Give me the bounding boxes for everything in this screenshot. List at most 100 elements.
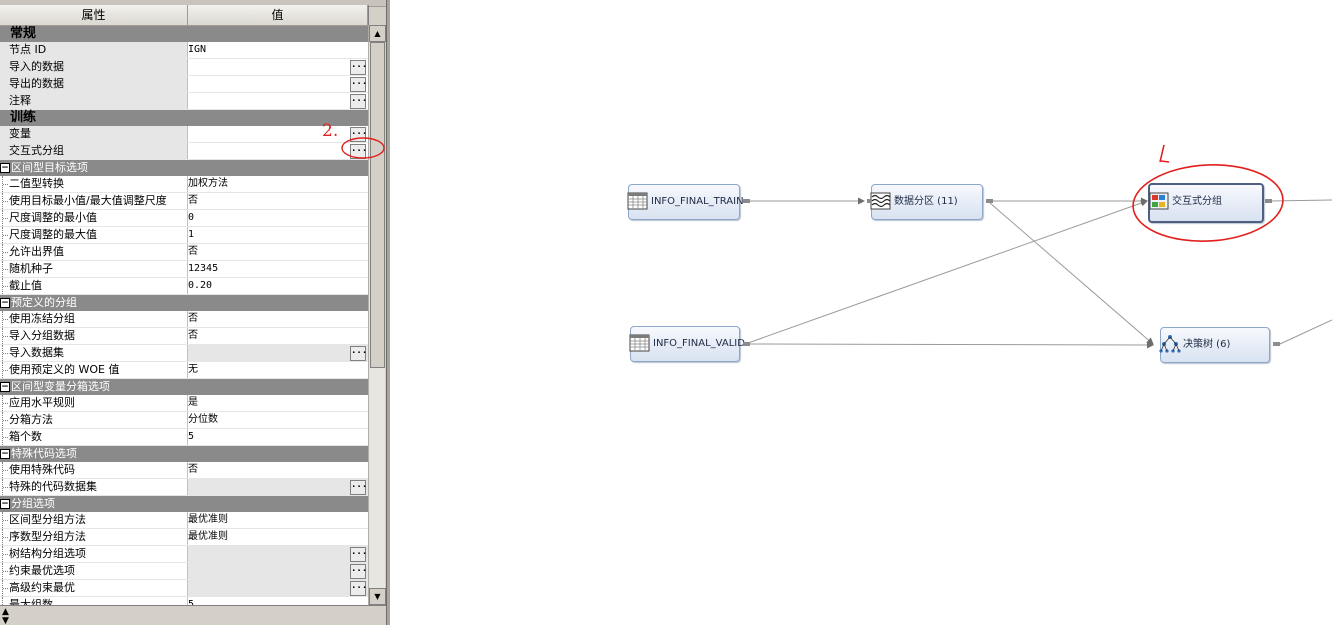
scroll-thumb[interactable] — [370, 42, 385, 368]
ellipsis-button[interactable]: ... — [350, 60, 367, 75]
ellipsis-button[interactable]: ... — [350, 77, 367, 92]
property-row[interactable]: 使用预定义的 WOE 值 无 — [0, 362, 368, 379]
property-value[interactable]: 否 — [188, 193, 368, 209]
property-label: 尺度调整的最大值 — [9, 228, 97, 241]
property-row[interactable]: 导出的数据... — [0, 76, 368, 93]
property-value-text: 无 — [188, 364, 198, 375]
vertical-scrollbar[interactable]: ▲ ▼ — [368, 25, 386, 605]
property-value[interactable]: 否 — [188, 244, 368, 260]
property-row[interactable]: 导入数据集... — [0, 345, 368, 362]
property-row[interactable]: 特殊的代码数据集... — [0, 479, 368, 496]
property-value[interactable]: 否 — [188, 328, 368, 344]
output-port[interactable] — [1273, 342, 1280, 346]
property-value[interactable]: 是 — [188, 395, 368, 411]
property-value[interactable]: ... — [188, 580, 368, 596]
collapse-toggle-icon[interactable]: − — [0, 382, 10, 392]
property-value[interactable]: ... — [188, 345, 368, 361]
output-port[interactable] — [743, 199, 750, 203]
collapse-toggle-icon[interactable]: − — [0, 163, 10, 173]
property-row[interactable]: 使用目标最小值/最大值调整尺度 否 — [0, 193, 368, 210]
collapse-arrows-icon[interactable]: ▲ ▼ — [2, 608, 9, 625]
property-value[interactable]: 5 — [188, 597, 368, 605]
property-value[interactable]: 最优准则 — [188, 512, 368, 528]
property-value[interactable]: ... — [188, 76, 368, 92]
property-row[interactable]: 交互式分组... — [0, 143, 368, 160]
scroll-down-button[interactable]: ▼ — [369, 588, 386, 605]
property-group[interactable]: − 区间型变量分箱选项 — [0, 379, 368, 395]
property-row[interactable]: 最大组数 5 — [0, 597, 368, 605]
collapse-toggle-icon[interactable]: − — [0, 298, 10, 308]
property-group[interactable]: − 特殊代码选项 — [0, 446, 368, 462]
property-group[interactable]: − 预定义的分组 — [0, 295, 368, 311]
property-value[interactable]: 加权方法 — [188, 176, 368, 192]
property-value-text: 0.20 — [188, 280, 213, 291]
property-name: 导入的数据 — [0, 59, 188, 75]
property-value-text: 否 — [188, 464, 198, 475]
ellipsis-button[interactable]: ... — [350, 547, 367, 562]
property-value[interactable]: 0 — [188, 210, 368, 226]
ellipsis-button[interactable]: ... — [350, 564, 367, 579]
property-row[interactable]: 注释... — [0, 93, 368, 110]
property-value[interactable]: 无 — [188, 362, 368, 378]
property-value[interactable]: 否 — [188, 311, 368, 327]
property-row[interactable]: 二值型转换 加权方法 — [0, 176, 368, 193]
scroll-up-button[interactable]: ▲ — [369, 25, 386, 42]
property-row[interactable]: 使用冻结分组 否 — [0, 311, 368, 328]
property-value[interactable]: 最优准则 — [188, 529, 368, 545]
property-value[interactable]: ... — [188, 546, 368, 562]
property-value[interactable]: 0.20 — [188, 278, 368, 294]
output-port[interactable] — [1265, 199, 1272, 203]
column-header-property[interactable]: 属性 — [0, 5, 188, 25]
property-value[interactable]: 否 — [188, 462, 368, 478]
output-port[interactable] — [986, 199, 993, 203]
property-value[interactable]: IGN — [188, 42, 368, 58]
input-port[interactable] — [867, 199, 871, 203]
ellipsis-button[interactable]: ... — [350, 94, 367, 109]
property-row[interactable]: 允许出界值 否 — [0, 244, 368, 261]
property-row[interactable]: 树结构分组选项... — [0, 546, 368, 563]
ellipsis-button[interactable]: ... — [350, 480, 367, 495]
output-port[interactable] — [743, 342, 750, 346]
property-value-text: 最优准则 — [188, 531, 228, 542]
property-name: 使用预定义的 WOE 值 — [0, 362, 188, 378]
grouping-icon — [1149, 192, 1169, 210]
property-row[interactable]: 截止值 0.20 — [0, 278, 368, 295]
property-value[interactable]: 12345 — [188, 261, 368, 277]
property-row[interactable]: 分箱方法 分位数 — [0, 412, 368, 429]
ellipsis-button[interactable]: ... — [350, 581, 367, 596]
property-row[interactable]: 变量... — [0, 126, 368, 143]
collapse-toggle-icon[interactable]: − — [0, 449, 10, 459]
property-label: 高级约束最优 — [9, 581, 75, 594]
property-row[interactable]: 高级约束最优... — [0, 580, 368, 597]
property-row[interactable]: 尺度调整的最小值 0 — [0, 210, 368, 227]
property-row[interactable]: 应用水平规则 是 — [0, 395, 368, 412]
property-value[interactable]: ... — [188, 59, 368, 75]
property-value[interactable]: ... — [188, 479, 368, 495]
property-row[interactable]: 尺度调整的最大值 1 — [0, 227, 368, 244]
node-interactive-grouping[interactable]: 交互式分组 — [1148, 183, 1264, 223]
property-row[interactable]: 导入的数据... — [0, 59, 368, 76]
diagram-canvas[interactable]: INFO_FINAL_ TRAIN 数据分区 (11) 交互式分组 INFO_FI… — [390, 0, 1332, 625]
property-row[interactable]: 节点 ID IGN — [0, 42, 368, 59]
property-row[interactable]: 序数型分组方法 最优准则 — [0, 529, 368, 546]
property-value[interactable]: 1 — [188, 227, 368, 243]
property-value[interactable]: ... — [188, 93, 368, 109]
property-group[interactable]: − 分组选项 — [0, 496, 368, 512]
property-value[interactable]: 分位数 — [188, 412, 368, 428]
node-info-final-valid[interactable]: INFO_FINAL_ VALID — [629, 326, 745, 362]
ellipsis-button[interactable]: ... — [350, 346, 367, 361]
column-header-value[interactable]: 值 — [188, 5, 368, 25]
property-row[interactable]: 随机种子 12345 — [0, 261, 368, 278]
node-data-partition[interactable]: 数据分区 (11) — [870, 184, 983, 220]
node-decision-tree[interactable]: 决策树 (6) — [1159, 327, 1270, 363]
property-row[interactable]: 箱个数 5 — [0, 429, 368, 446]
property-row[interactable]: 导入分组数据 否 — [0, 328, 368, 345]
node-info-final-train[interactable]: INFO_FINAL_ TRAIN — [627, 184, 744, 220]
property-row[interactable]: 使用特殊代码 否 — [0, 462, 368, 479]
property-value[interactable]: 5 — [188, 429, 368, 445]
property-value[interactable]: ... — [188, 563, 368, 579]
property-row[interactable]: 约束最优选项... — [0, 563, 368, 580]
collapse-toggle-icon[interactable]: − — [0, 499, 10, 509]
property-row[interactable]: 区间型分组方法 最优准则 — [0, 512, 368, 529]
property-group[interactable]: − 区间型目标选项 — [0, 160, 368, 176]
